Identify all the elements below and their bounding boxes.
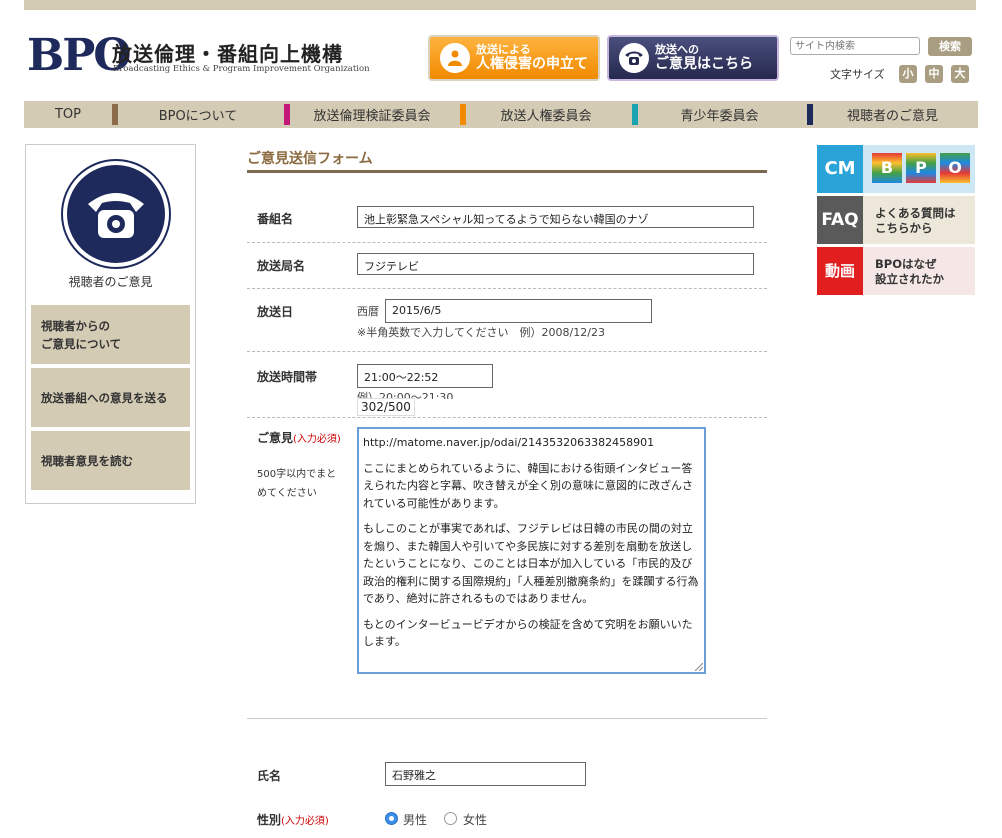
nav-about-bpo[interactable]: BPOについて bbox=[112, 101, 284, 128]
divider bbox=[247, 417, 767, 418]
station-input[interactable]: フジテレビ bbox=[357, 253, 754, 275]
top-bar bbox=[24, 0, 976, 10]
resize-handle-icon[interactable] bbox=[695, 663, 703, 671]
divider bbox=[247, 288, 767, 289]
font-size-large-button[interactable]: 大 bbox=[951, 65, 969, 83]
date-label: 放送日 bbox=[257, 305, 294, 319]
cm-letter-b: B bbox=[872, 153, 902, 183]
date-hint: ※半角英数で入力してください 例）2008/12/23 bbox=[357, 326, 605, 339]
nav-ethics-committee[interactable]: 放送倫理検証委員会 bbox=[284, 101, 460, 128]
gender-male-radio[interactable] bbox=[385, 812, 398, 825]
video-label: 動画 bbox=[817, 247, 863, 295]
opinion-banner[interactable]: 放送への ご意見はこちら bbox=[607, 35, 779, 81]
divider bbox=[247, 242, 767, 243]
gender-male-label[interactable]: 男性 bbox=[403, 811, 427, 828]
org-name: 放送倫理・番組向上機構 bbox=[112, 42, 343, 66]
faq-banner[interactable]: FAQ よくある質問は こちらから bbox=[817, 196, 975, 244]
search-button[interactable]: 検索 bbox=[928, 37, 972, 56]
sidebar-item-read-opinions[interactable]: 視聴者意見を読む bbox=[31, 431, 190, 490]
nav-label: 視聴者のご意見 bbox=[846, 109, 938, 124]
opinion-hint: 500字以内でまとめてください bbox=[257, 469, 337, 499]
cm-letter-o: O bbox=[940, 153, 970, 183]
nav-color-bar bbox=[112, 104, 118, 125]
divider bbox=[247, 351, 767, 352]
name-label: 氏名 bbox=[257, 769, 282, 783]
sidebar: 視聴者のご意見 視聴者からの ご意見について 放送番組への意見を送る 視聴者意見を… bbox=[25, 144, 196, 504]
nav-label: TOP bbox=[54, 107, 81, 122]
program-name-input[interactable]: 池上彰緊急スペシャル知ってるようで知らない韓国のナゾ bbox=[357, 206, 754, 228]
nav-color-bar bbox=[807, 104, 813, 125]
video-text: BPOはなぜ bbox=[875, 257, 937, 271]
site-search-input[interactable] bbox=[790, 37, 920, 55]
form-title: ご意見送信フォーム bbox=[247, 148, 767, 173]
font-size-medium-button[interactable]: 中 bbox=[925, 65, 943, 83]
nav-label: 青少年委員会 bbox=[680, 109, 759, 124]
banner-line2: ご意見はこちら bbox=[655, 56, 753, 72]
gender-female-label[interactable]: 女性 bbox=[463, 811, 487, 828]
telephone-icon bbox=[63, 161, 169, 267]
date-input[interactable]: 2015/6/5 bbox=[385, 299, 652, 323]
opinion-paragraph: もとのインタービュービデオからの検証を含めて究明をお願いいたします。 bbox=[363, 617, 693, 649]
nav-label: 放送倫理検証委員会 bbox=[313, 109, 431, 124]
required-mark: (入力必須) bbox=[281, 816, 329, 827]
radio-dot bbox=[389, 816, 394, 821]
char-counter: 302/500 bbox=[357, 398, 415, 416]
org-name-en: Broadcasting Ethics & Program Improvemen… bbox=[113, 64, 370, 74]
faq-text: よくある質問は bbox=[875, 206, 956, 220]
banner-line2: 人権侵害の申立て bbox=[476, 56, 588, 72]
phone-icon bbox=[619, 43, 649, 73]
nav-label: 放送人権委員会 bbox=[500, 109, 592, 124]
time-input[interactable]: 21:00〜22:52 bbox=[357, 364, 493, 388]
time-label: 放送時間帯 bbox=[257, 370, 318, 384]
banner-line1: 放送への bbox=[655, 43, 699, 56]
nav-viewer-opinions[interactable]: 視聴者のご意見 bbox=[807, 101, 978, 128]
required-mark: (入力必須) bbox=[293, 434, 341, 445]
opinion-paragraph: http://matome.naver.jp/odai/214353206338… bbox=[363, 436, 655, 449]
name-input[interactable]: 石野雅之 bbox=[385, 762, 586, 786]
gender-label: 性別(入力必須) bbox=[257, 811, 329, 828]
nav-color-bar bbox=[284, 104, 290, 125]
cm-label: CM bbox=[817, 145, 863, 193]
sidebar-title: 視聴者のご意見 bbox=[68, 275, 153, 289]
faq-text: こちらから bbox=[875, 221, 933, 235]
font-size-label: 文字サイズ bbox=[830, 68, 885, 81]
sidebar-item-label: 放送番組への意見を送る bbox=[41, 390, 168, 405]
opinion-paragraph: もしこのことが事実であれば、フジテレビは日韓の市民の間の対立を煽り、また韓国人や… bbox=[363, 522, 699, 605]
video-text: 設立されたか bbox=[875, 272, 944, 286]
gender-female-radio[interactable] bbox=[444, 812, 457, 825]
station-label: 放送局名 bbox=[257, 259, 306, 273]
faq-label: FAQ bbox=[817, 196, 863, 244]
nav-top[interactable]: TOP bbox=[24, 101, 112, 128]
date-prefix: 西暦 bbox=[357, 305, 379, 318]
person-icon bbox=[440, 43, 470, 73]
nav-color-bar bbox=[460, 104, 466, 125]
sidebar-item-label: 視聴者からの bbox=[41, 318, 110, 333]
cm-letter-p: P bbox=[906, 153, 936, 183]
sidebar-item-about-opinions[interactable]: 視聴者からの ご意見について bbox=[31, 305, 190, 364]
opinion-textarea[interactable]: http://matome.naver.jp/odai/214353206338… bbox=[357, 427, 706, 674]
nav-label: BPOについて bbox=[158, 109, 238, 124]
rights-complaint-banner[interactable]: 放送による 人権侵害の申立て bbox=[428, 35, 600, 81]
nav-color-bar bbox=[632, 104, 638, 125]
opinion-label: ご意見(入力必須) bbox=[257, 429, 341, 446]
video-banner[interactable]: 動画 BPOはなぜ 設立されたか bbox=[817, 247, 975, 295]
opinion-label-text: ご意見 bbox=[257, 431, 294, 445]
sidebar-item-label: ご意見について bbox=[41, 336, 122, 351]
sidebar-item-label: 視聴者意見を読む bbox=[41, 453, 133, 468]
gender-label-text: 性別 bbox=[257, 813, 282, 827]
program-label: 番組名 bbox=[257, 212, 294, 226]
main-nav: TOP BPOについて 放送倫理検証委員会 放送人権委員会 青少年委員会 視聴者… bbox=[24, 101, 978, 128]
nav-youth-committee[interactable]: 青少年委員会 bbox=[632, 101, 807, 128]
nav-human-rights-committee[interactable]: 放送人権委員会 bbox=[460, 101, 632, 128]
sidebar-item-send-opinion[interactable]: 放送番組への意見を送る bbox=[31, 368, 190, 427]
section-divider bbox=[247, 718, 767, 719]
cm-banner[interactable]: CM B P O bbox=[817, 145, 975, 193]
opinion-paragraph: ここにまとめられているように、韓国における街頭インタビュー答えられた内容と字幕、… bbox=[363, 461, 693, 510]
banner-line1: 放送による bbox=[476, 43, 531, 56]
font-size-small-button[interactable]: 小 bbox=[899, 65, 917, 83]
